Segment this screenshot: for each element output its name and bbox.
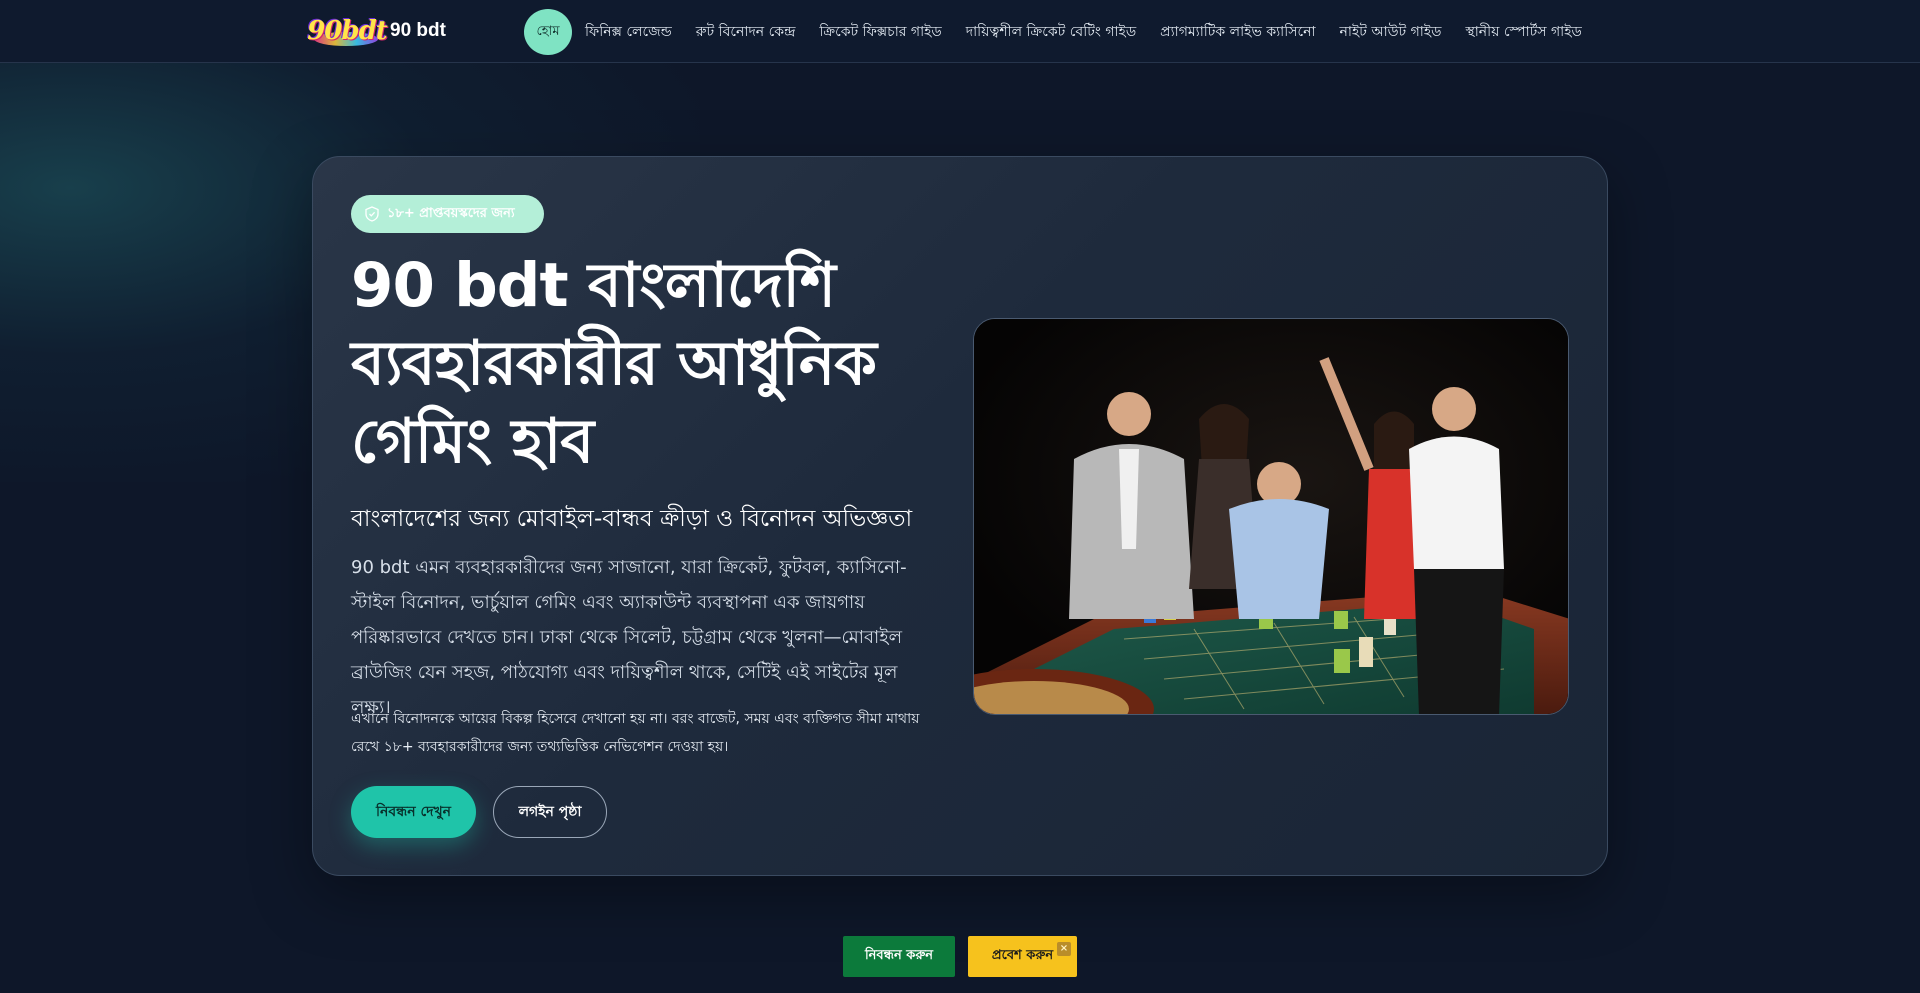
sticky-register-button[interactable]: নিবন্ধন করুন (843, 936, 955, 977)
nav-item-local-sports-guide[interactable]: স্থানীয় স্পোর্টস গাইড (1465, 20, 1581, 44)
site-header: 90bdt 90 bdt হোম ফিনিক্স লেজেন্ড রুট বিন… (0, 0, 1920, 63)
brand[interactable]: 90bdt 90 bdt (307, 12, 446, 50)
age-badge-label: ১৮+ প্রাপ্তবয়স্কদের জন্য (387, 205, 515, 221)
login-page-button[interactable]: লগইন পৃষ্ঠা (493, 786, 607, 838)
nav-item-phoenix-legend[interactable]: ফিনিক্স লেজেন্ড (585, 20, 672, 44)
hero-subtitle: বাংলাদেশের জন্য মোবাইল-বান্ধব ক্রীড়া ও … (351, 506, 913, 532)
nav-item-night-out-guide[interactable]: নাইট আউট গাইড (1340, 20, 1442, 44)
nav-item-root-entertainment[interactable]: রুট বিনোদন কেন্দ্র (696, 20, 796, 44)
nav-item-cricket-fixture-guide[interactable]: ক্রিকেট ফিক্সচার গাইড (819, 20, 941, 44)
nav-item-home[interactable]: হোম (524, 9, 572, 55)
logo-text: 90bdt (307, 16, 388, 46)
nav-item-responsible-betting-guide[interactable]: দায়িত্বশীল ক্রিকেট বেটিং গাইড (966, 20, 1136, 44)
casino-roulette-illustration (974, 319, 1568, 714)
main-nav: হোম ফিনিক্স লেজেন্ড রুট বিনোদন কেন্দ্র ক… (524, 9, 1606, 55)
age-badge: ১৮+ প্রাপ্তবয়স্কদের জন্য (351, 195, 544, 233)
sticky-login-label: প্রবেশ করুন (991, 948, 1054, 963)
sticky-login-button[interactable]: প্রবেশ করুন × (968, 936, 1077, 977)
hero-title: 90 bdt বাংলাদেশি ব্যবহারকারীর আধুনিক গেম… (351, 250, 877, 477)
nav-item-pragmatic-live-casino[interactable]: প্র্যাগম্যাটিক লাইভ ক্যাসিনো (1160, 20, 1315, 44)
hero-card: ১৮+ প্রাপ্তবয়স্কদের জন্য 90 bdt বাংলাদে… (312, 156, 1608, 876)
brand-name[interactable]: 90 bdt (390, 20, 446, 42)
view-registration-button[interactable]: নিবন্ধন দেখুন (351, 786, 476, 838)
close-icon[interactable]: × (1057, 942, 1071, 956)
hero-description: 90 bdt এমন ব্যবহারকারীদের জন্য সাজানো, য… (351, 557, 907, 718)
shield-check-icon (365, 206, 379, 222)
casino-photo (973, 318, 1569, 715)
brand-logo[interactable]: 90bdt (307, 12, 388, 50)
hero-note: এখানে বিনোদনকে আয়ের বিকল্প হিসেবে দেখান… (351, 711, 920, 755)
